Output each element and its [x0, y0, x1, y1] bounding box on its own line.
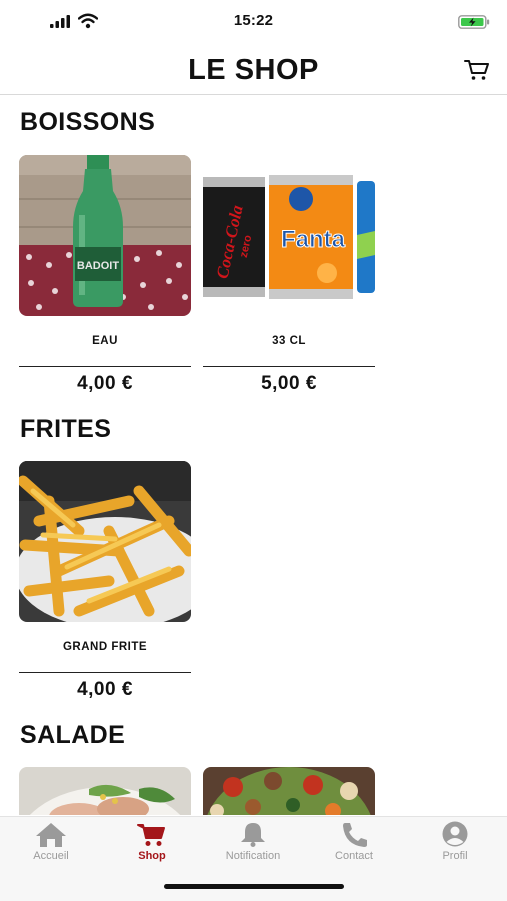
shop-content[interactable]: BOISSONS BADOIT EAU 4,00 € Coca-Cola zer… — [0, 95, 507, 815]
section-title-salade: SALADE — [20, 721, 126, 749]
product-card-grand-frite[interactable]: GRAND FRITE 4,00 € — [19, 461, 191, 701]
mixed-salad-image — [203, 767, 375, 815]
app-header: LE SHOP — [0, 44, 507, 95]
page-title: LE SHOP — [188, 54, 319, 86]
product-card-33cl[interactable]: Coca-Cola zero Fanta 33 CL 5,00 € — [203, 155, 375, 395]
tab-label: Notification — [225, 850, 281, 862]
tab-shop[interactable]: Shop — [112, 821, 192, 869]
chicken-salad-image — [19, 767, 191, 815]
product-name: GRAND FRITE — [62, 641, 148, 653]
product-price: 5,00 € — [261, 373, 317, 394]
product-price: 4,00 € — [77, 679, 133, 700]
tab-contact[interactable]: Contact — [314, 821, 394, 869]
battery-charging-icon — [458, 15, 490, 29]
section-title-boissons: BOISSONS — [20, 108, 156, 136]
home-icon — [36, 823, 66, 847]
fries-image — [19, 461, 191, 622]
divider — [19, 366, 191, 367]
cart-icon — [137, 824, 165, 846]
tab-notification[interactable]: Notification — [213, 821, 293, 869]
divider — [203, 366, 375, 367]
soda-cans-image: Coca-Cola zero Fanta — [203, 155, 375, 316]
cart-button[interactable] — [463, 58, 491, 82]
home-indicator — [164, 884, 344, 889]
tab-profil[interactable]: Profil — [415, 821, 495, 869]
status-bar: 15:22 — [0, 0, 507, 44]
water-bottle-image: BADOIT — [19, 155, 191, 316]
product-card-salad-1[interactable] — [19, 767, 191, 815]
cart-icon — [464, 60, 489, 80]
product-card-salad-2[interactable] — [203, 767, 375, 815]
svg-text:BADOIT: BADOIT — [77, 260, 119, 272]
product-name: EAU — [92, 335, 118, 347]
tab-label: Profil — [442, 850, 468, 862]
product-name: 33 CL — [272, 335, 306, 347]
section-title-frites: FRITES — [20, 415, 112, 443]
svg-text:Fanta: Fanta — [281, 226, 346, 253]
tab-label: Shop — [138, 850, 166, 862]
bell-icon — [241, 823, 265, 847]
tab-label: Accueil — [33, 850, 69, 862]
phone-icon — [343, 823, 367, 847]
user-icon — [442, 821, 468, 847]
tab-accueil[interactable]: Accueil — [11, 821, 91, 869]
product-card-eau[interactable]: BADOIT EAU 4,00 € — [19, 155, 191, 395]
tab-label: Contact — [335, 850, 373, 862]
product-price: 4,00 € — [77, 373, 133, 394]
divider — [19, 672, 191, 673]
status-time: 15:22 — [233, 12, 274, 29]
